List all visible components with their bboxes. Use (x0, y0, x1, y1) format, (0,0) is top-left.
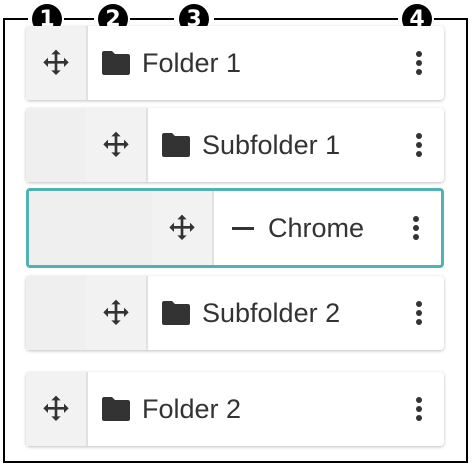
move-arrows-icon (103, 299, 129, 325)
tree-row-folder-2[interactable]: Folder 2 (26, 372, 444, 446)
row-content[interactable]: Folder 2 (88, 372, 394, 446)
row-label: Chrome (268, 212, 365, 243)
row-content[interactable]: Subfolder 1 (148, 108, 394, 182)
tree-row-chrome[interactable]: Chrome (26, 188, 444, 268)
more-options-button[interactable] (391, 191, 441, 265)
more-options-button[interactable] (394, 276, 444, 350)
folder-icon (160, 131, 192, 159)
folder-icon (160, 299, 192, 327)
row-content[interactable]: Subfolder 2 (148, 276, 394, 350)
indent-spacer (26, 108, 86, 182)
drag-handle[interactable] (152, 191, 214, 265)
row-content[interactable]: Folder 1 (88, 26, 394, 100)
tree-row-subfolder-2[interactable]: Subfolder 2 (26, 276, 444, 350)
folder-icon (100, 49, 132, 77)
drag-handle[interactable] (26, 26, 88, 100)
tree-row-folder-1[interactable]: Folder 1 (26, 26, 444, 100)
row-label: Folder 2 (142, 393, 242, 424)
more-options-button[interactable] (394, 26, 444, 100)
drag-handle[interactable] (86, 276, 148, 350)
kebab-menu-icon (416, 301, 422, 325)
indent-spacer (29, 191, 152, 265)
move-arrows-icon (169, 214, 195, 240)
move-arrows-icon (43, 395, 69, 421)
row-label: Folder 1 (142, 47, 242, 78)
kebab-menu-icon (416, 51, 422, 75)
dash-icon (232, 226, 254, 230)
kebab-menu-icon (416, 397, 422, 421)
indent-spacer (26, 276, 86, 350)
tree-row-subfolder-1[interactable]: Subfolder 1 (26, 108, 444, 182)
row-label: Subfolder 2 (202, 297, 341, 328)
move-arrows-icon (103, 131, 129, 157)
more-options-button[interactable] (394, 108, 444, 182)
more-options-button[interactable] (394, 372, 444, 446)
kebab-menu-icon (413, 216, 419, 240)
drag-handle[interactable] (26, 372, 88, 446)
drag-handle[interactable] (86, 108, 148, 182)
move-arrows-icon (43, 49, 69, 75)
kebab-menu-icon (416, 133, 422, 157)
folder-icon (100, 395, 132, 423)
callout-frame-bottom (3, 461, 468, 463)
row-label: Subfolder 1 (202, 129, 341, 160)
row-content[interactable]: Chrome (214, 191, 391, 265)
